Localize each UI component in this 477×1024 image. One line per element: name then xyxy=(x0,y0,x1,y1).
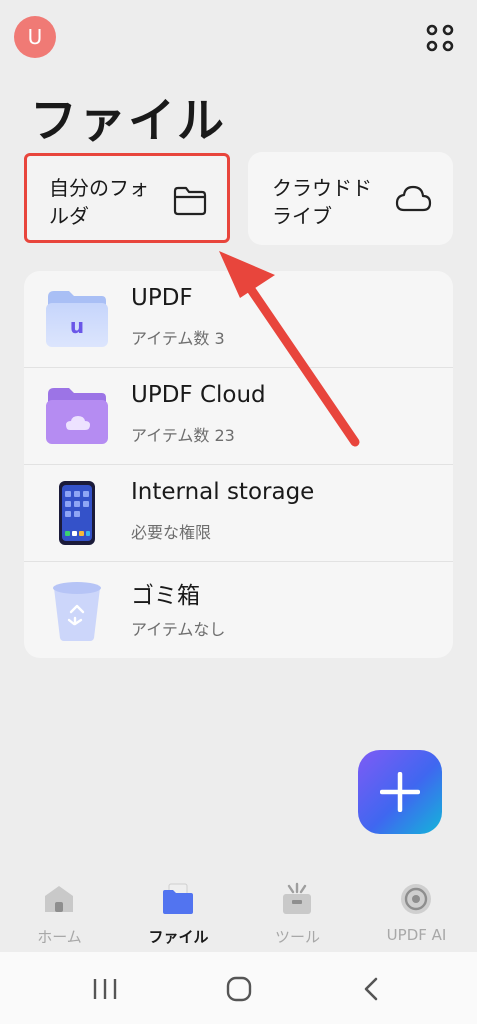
ai-icon xyxy=(401,884,431,914)
list-item[interactable]: UPDF Cloud アイテム数 23 xyxy=(24,367,453,464)
updf-folder-icon: u xyxy=(46,291,108,347)
list-item[interactable]: u UPDF アイテム数 3 xyxy=(24,271,453,367)
file-subtitle: アイテム数 3 xyxy=(131,329,225,348)
tab-label: ホーム xyxy=(37,928,82,946)
tab-home[interactable]: ホーム xyxy=(0,872,119,952)
my-folder-card[interactable]: 自分のフォ ルダ xyxy=(24,153,230,243)
apps-grid-icon[interactable] xyxy=(424,22,456,54)
file-title: Internal storage xyxy=(131,479,315,505)
tab-ai[interactable]: UPDF AI xyxy=(357,872,476,952)
trash-icon xyxy=(53,582,101,641)
home-icon xyxy=(45,886,73,912)
list-item[interactable]: ゴミ箱 アイテムなし xyxy=(24,561,453,658)
list-item[interactable]: Internal storage 必要な権限 xyxy=(24,464,453,561)
plus-icon xyxy=(380,772,420,812)
tools-icon xyxy=(283,882,311,914)
cloud-folder-icon xyxy=(46,388,108,444)
avatar[interactable]: U xyxy=(14,16,56,58)
avatar-initial: U xyxy=(27,25,43,49)
file-title: ゴミ箱 xyxy=(131,583,200,609)
recent-apps-icon[interactable] xyxy=(91,976,119,1002)
tab-label: ツール xyxy=(274,928,320,946)
system-nav-bar xyxy=(0,952,477,1024)
file-subtitle: アイテム数 23 xyxy=(131,426,235,445)
tab-files[interactable]: ファイル xyxy=(119,872,238,952)
file-title: UPDF Cloud xyxy=(131,382,266,408)
tab-tools[interactable]: ツール xyxy=(238,872,357,952)
my-folder-label: 自分のフォ ルダ xyxy=(49,176,149,228)
cloud-icon xyxy=(395,185,432,212)
file-list: u UPDF アイテム数 3 UPDF Cloud アイテム数 23 Inter… xyxy=(24,271,453,658)
tab-label: ファイル xyxy=(148,928,209,946)
tab-label: UPDF AI xyxy=(386,926,447,944)
files-icon xyxy=(163,883,193,914)
home-nav-icon[interactable] xyxy=(225,976,253,1002)
cloud-drive-card[interactable]: クラウドド ライブ xyxy=(248,152,453,245)
file-subtitle: 必要な権限 xyxy=(131,523,212,542)
file-subtitle: アイテムなし xyxy=(131,620,226,639)
page-title: ファイル xyxy=(30,94,226,149)
cloud-drive-label: クラウドド ライブ xyxy=(272,176,372,228)
bottom-tab-bar: ホーム ファイル ツール UPDF AI xyxy=(0,872,477,952)
phone-icon xyxy=(59,481,95,545)
add-button[interactable] xyxy=(358,750,442,834)
file-title: UPDF xyxy=(131,285,193,311)
svg-text:u: u xyxy=(70,314,84,338)
folder-icon xyxy=(173,186,207,216)
back-icon[interactable] xyxy=(360,976,384,1002)
